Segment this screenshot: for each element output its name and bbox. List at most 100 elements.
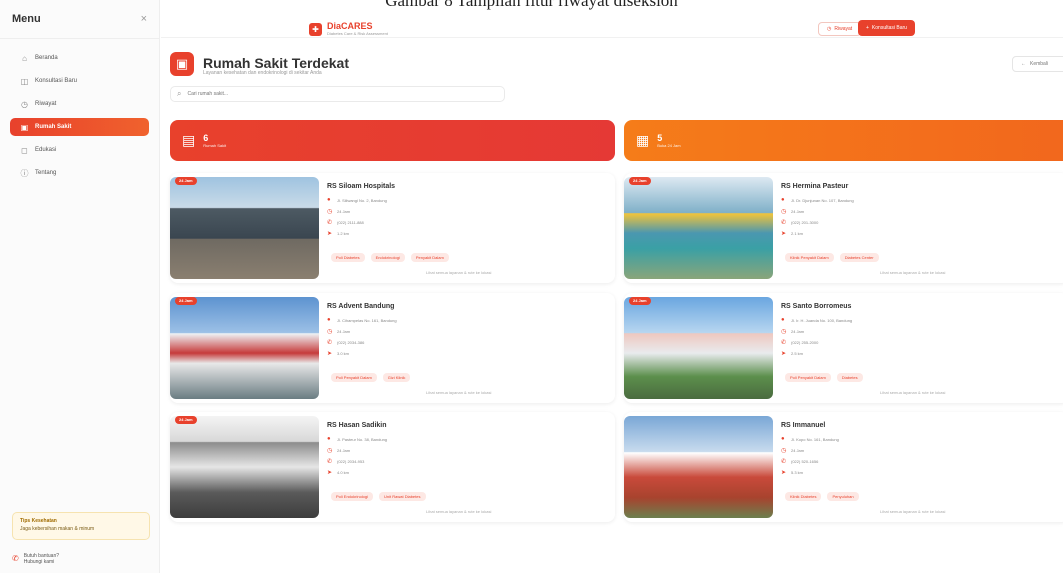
service-tags: Klinik Penyakit Dalam Diabetes Center [785,253,879,262]
open-badge: 24 Jam [175,416,197,424]
phone-icon: ✆ [12,554,19,563]
view-details-link[interactable]: Lihat semua layanan & rute ke lokasi [880,270,945,275]
sidebar: Menu × ⌂ Beranda ◫ Konsultasi Baru ◷ Riw… [0,0,160,573]
tip-title: Tips Kesehatan [20,518,57,524]
phone-icon: ✆ [327,340,333,346]
hospital-photo [170,416,319,518]
sidebar-item-beranda[interactable]: ⌂ Beranda [10,49,149,67]
service-tag: Poli Penyakit Dalam [331,373,377,382]
open-badge: 24 Jam [629,177,651,185]
service-tags: Poli Penyakit Dalam Gizi Klinik [331,373,411,382]
phone-icon: ✆ [781,459,787,465]
hospital-photo [624,297,773,399]
hospital-photo [170,177,319,279]
hospital-card[interactable]: 24 Jam RS Hermina Pasteur ● Jl. Dr. Djunj… [624,173,1063,283]
service-tag: Klinik Penyakit Dalam [785,253,834,262]
hospital-address: ● Jl. Ir. H. Juanda No. 100, Bandung [781,317,853,323]
service-tag: Poli Diabetes [331,253,365,262]
hospital-distance: ➤ 2.5 km [781,351,804,357]
service-tag: Klinik Diabetes [785,492,822,501]
open-badge: 24 Jam [175,297,197,305]
sidebar-item-label: Riwayat [35,101,57,107]
figure-caption: Gambar 8 Tampilan fitur riwayat diseksio… [385,0,678,10]
hospital-photo [170,297,319,399]
hospital-icon: ▣ [170,52,194,76]
clock-icon: ◷ [327,448,333,454]
view-details-link[interactable]: Lihat semua layanan & rute ke lokasi [880,390,945,395]
clock-icon: ◷ [781,209,787,215]
hospital-hours: ◷ 24 Jam [781,329,805,335]
view-details-link[interactable]: Lihat semua layanan & rute ke lokasi [426,509,491,514]
hospital-name: RS Hermina Pasteur [781,183,849,190]
stat-card-hospitals: ▤ 6 Rumah Sakit [170,120,615,161]
brand-tagline: Diabetes Care & Risk Assessment [327,31,388,36]
location-pin-icon: ● [327,197,331,203]
open-badge: 24 Jam [629,297,651,305]
hospital-name: RS Hasan Sadikin [327,422,387,429]
hospital-phone: ✆ (022) 520-1656 [781,459,819,465]
clock-icon: ◷ [327,209,333,215]
hospital-phone: ✆ (022) 2034-953 [327,459,365,465]
service-tag: Poli Endokrinologi [331,492,374,501]
building-icon: ▦ [636,132,650,148]
chat-icon: ◫ [20,76,29,86]
hospital-name: RS Siloam Hospitals [327,183,396,190]
sidebar-item-label: Edukasi [35,147,57,153]
hospital-name: RS Immanuel [781,422,826,429]
brand[interactable]: ✚ DiaCARES Diabetes Care & Risk Assessme… [309,22,388,36]
service-tag: Diabetes [836,373,863,382]
service-tags: Poli Penyakit Dalam Diabetes [785,373,863,382]
hospital-hours: ◷ 24 Jam [781,209,805,215]
hospital-card[interactable]: 24 Jam RS Santo Borromeus ● Jl. Ir. H. Ju… [624,293,1063,403]
service-tag: Penyakit Dalam [410,253,449,262]
search-icon: ⌕ [177,89,182,98]
sidebar-item-edukasi[interactable]: ◻ Edukasi [10,141,149,159]
hospital-hours: ◷ 24 Jam [327,209,351,215]
help-sub: Hubungi kami [23,559,55,565]
location-pin-icon: ● [327,436,331,442]
hospital-card[interactable]: 24 Jam RS Hasan Sadikin ● Jl. Pasteur No.… [170,412,615,522]
hospital-distance: ➤ 1.2 km [327,231,350,237]
navigation-icon: ➤ [781,231,787,237]
search-input[interactable] [187,91,488,97]
service-tag: Penyuluhan [827,492,859,501]
history-button[interactable]: ◷ Riwayat [818,22,862,36]
clock-icon: ◷ [327,329,333,335]
view-details-link[interactable]: Lihat semua layanan & rute ke lokasi [880,509,945,514]
plus-icon: + [866,25,869,31]
view-details-link[interactable]: Lihat semua layanan & rute ke lokasi [426,270,491,275]
hospital-distance: ➤ 3.0 km [327,351,350,357]
sidebar-item-konsultasi-baru[interactable]: ◫ Konsultasi Baru [10,72,149,90]
hospital-card[interactable]: 24 Jam RS Siloam Hospitals ● Jl. Siliwang… [170,173,615,283]
page-title: Rumah Sakit Terdekat [203,55,350,71]
sidebar-item-label: Beranda [35,55,58,61]
health-tip-box: Tips Kesehatan Jaga kebersihan makan & m… [12,512,150,540]
navigation-icon: ➤ [327,351,333,357]
phone-icon: ✆ [327,459,333,465]
stat-label: Buka 24 Jam [657,142,681,148]
hospital-photo [624,416,773,518]
book-icon: ◻ [21,145,28,155]
hospital-card[interactable]: RS Immanuel ● Jl. Kopo No. 161, Bandung ◷… [624,412,1063,522]
view-details-link[interactable]: Lihat semua layanan & rute ke lokasi [426,390,491,395]
page-subtitle: Layanan kesehatan dan endokrinologi di s… [203,70,322,76]
search-bar: ⌕ [170,86,505,102]
clock-icon: ◷ [21,99,28,109]
sidebar-item-riwayat[interactable]: ◷ Riwayat [10,95,149,113]
navigation-icon: ➤ [327,470,333,476]
sidebar-divider [0,38,159,39]
hospital-card[interactable]: 24 Jam RS Advent Bandung ● Jl. Cihampelas… [170,293,615,403]
hospital-phone: ✆ (022) 2034-386 [327,340,365,346]
phone-icon: ✆ [781,220,787,226]
sidebar-item-tentang[interactable]: ⓘ Tentang [10,164,149,182]
help-contact[interactable]: ✆ Butuh bantuan? Hubungi kami [12,550,150,568]
sidebar-item-rumah-sakit[interactable]: ▣ Rumah Sakit [10,118,149,136]
navigation-icon: ➤ [781,470,787,476]
hospital-phone: ✆ (022) 2111-888 [327,220,364,226]
service-tag: Poli Penyakit Dalam [785,373,831,382]
brand-name: DiaCARES [327,21,373,31]
back-button[interactable]: ← Kembali [1012,56,1063,72]
new-consultation-button[interactable]: + Konsultasi Baru [858,20,915,36]
phone-icon: ✆ [781,340,787,346]
clock-icon: ◷ [781,329,787,335]
